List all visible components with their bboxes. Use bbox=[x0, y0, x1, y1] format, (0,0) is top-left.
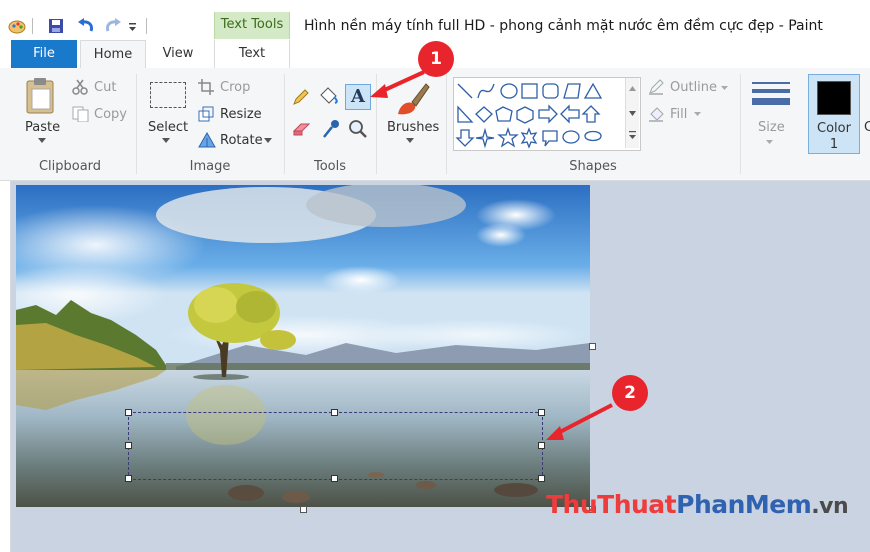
crop-button[interactable]: Crop bbox=[220, 80, 250, 95]
outline-button[interactable]: Outline bbox=[670, 80, 717, 95]
fill-bucket-icon[interactable] bbox=[318, 86, 340, 106]
text-tools-label: Text Tools bbox=[220, 17, 284, 32]
select-icon[interactable] bbox=[150, 82, 186, 108]
watermark: ThuThuatPhanMem.vn bbox=[546, 490, 849, 519]
textbox-handle[interactable] bbox=[538, 442, 545, 449]
watermark-part-1: ThuThuat bbox=[546, 490, 677, 519]
textbox-handle[interactable] bbox=[125, 409, 132, 416]
group-separator bbox=[446, 74, 447, 174]
copy-button[interactable]: Copy bbox=[94, 107, 127, 122]
crop-icon[interactable] bbox=[198, 79, 214, 95]
fill-button[interactable]: Fill bbox=[670, 107, 687, 122]
paint-app-icon[interactable] bbox=[8, 18, 26, 34]
qat-separator bbox=[32, 18, 33, 34]
cut-icon[interactable] bbox=[72, 79, 88, 95]
select-dropdown-chevron-icon[interactable] bbox=[162, 138, 170, 144]
size-button[interactable]: Size bbox=[758, 120, 785, 135]
textbox-handle[interactable] bbox=[538, 409, 545, 416]
color2-label-clipped[interactable]: C bbox=[864, 120, 870, 135]
text-tool-button[interactable]: A bbox=[345, 84, 371, 110]
group-separator bbox=[376, 74, 377, 174]
textbox-handle[interactable] bbox=[331, 409, 338, 416]
title-bar: Text Tools Hình nền máy tính full HD - p… bbox=[0, 0, 870, 40]
rotate-icon[interactable] bbox=[198, 132, 216, 148]
watermark-part-2: PhanMem bbox=[676, 490, 812, 519]
callout-badge-2: 2 bbox=[612, 375, 648, 411]
outline-dropdown-chevron-icon[interactable] bbox=[721, 86, 728, 91]
customize-qat-icon[interactable] bbox=[128, 18, 138, 34]
shapes-gallery[interactable] bbox=[453, 77, 641, 151]
brushes-dropdown-chevron-icon[interactable] bbox=[406, 138, 414, 144]
canvas-resize-handle-bottom[interactable] bbox=[300, 506, 307, 513]
watermark-part-3: .vn bbox=[811, 494, 849, 519]
resize-button[interactable]: Resize bbox=[220, 107, 262, 122]
cut-button[interactable]: Cut bbox=[94, 80, 116, 95]
rotate-dropdown-chevron-icon[interactable] bbox=[264, 138, 272, 144]
redo-icon[interactable] bbox=[104, 18, 122, 34]
tab-view[interactable]: View bbox=[148, 40, 208, 68]
tab-text[interactable]: Text bbox=[214, 40, 290, 68]
group-separator bbox=[136, 74, 137, 174]
magnifier-icon[interactable] bbox=[348, 119, 368, 139]
clipboard-group-label: Clipboard bbox=[38, 159, 102, 174]
shapes-gallery-icons bbox=[455, 82, 603, 149]
textbox-handle[interactable] bbox=[331, 475, 338, 482]
select-button[interactable]: Select bbox=[148, 120, 188, 135]
fill-dropdown-chevron-icon[interactable] bbox=[694, 112, 701, 117]
group-separator bbox=[740, 74, 741, 174]
callout-badge-1: 1 bbox=[418, 41, 454, 77]
resize-icon[interactable] bbox=[198, 106, 214, 122]
size-icon[interactable] bbox=[752, 80, 792, 110]
fill-icon[interactable] bbox=[648, 106, 666, 122]
qat-separator bbox=[146, 18, 147, 34]
brushes-icon[interactable] bbox=[394, 80, 430, 118]
paste-icon[interactable] bbox=[24, 76, 58, 116]
shapes-scroll-arrows-icon bbox=[629, 86, 636, 139]
image-group-label: Image bbox=[189, 159, 231, 174]
text-tool-icon: A bbox=[351, 86, 365, 107]
undo-icon[interactable] bbox=[77, 18, 95, 34]
paste-dropdown-chevron-icon[interactable] bbox=[38, 138, 46, 144]
tab-file[interactable]: File bbox=[11, 40, 77, 68]
color-picker-icon[interactable] bbox=[322, 119, 340, 139]
color1-swatch bbox=[817, 81, 851, 115]
textbox-handle[interactable] bbox=[125, 475, 132, 482]
outline-icon[interactable] bbox=[648, 79, 666, 95]
window-title: Hình nền máy tính full HD - phong cảnh m… bbox=[304, 18, 823, 34]
color1-index: 1 bbox=[829, 137, 839, 152]
textbox-handle[interactable] bbox=[125, 442, 132, 449]
canvas-resize-handle-right[interactable] bbox=[589, 343, 596, 350]
size-dropdown-chevron-icon[interactable] bbox=[766, 140, 773, 145]
pencil-icon[interactable] bbox=[292, 88, 310, 106]
brushes-button[interactable]: Brushes bbox=[387, 120, 439, 135]
paste-button[interactable]: Paste bbox=[25, 120, 60, 135]
eraser-icon[interactable] bbox=[292, 121, 312, 137]
save-icon[interactable] bbox=[48, 18, 64, 34]
text-box-selection[interactable] bbox=[128, 412, 543, 480]
textbox-handle[interactable] bbox=[538, 475, 545, 482]
group-separator bbox=[284, 74, 285, 174]
color1-button[interactable]: Color 1 bbox=[808, 74, 860, 154]
tools-group-label: Tools bbox=[313, 159, 347, 174]
copy-icon[interactable] bbox=[72, 106, 90, 122]
text-tools-context-label: Text Tools bbox=[214, 12, 290, 39]
shapes-group-label: Shapes bbox=[569, 159, 617, 174]
color1-label: Color bbox=[817, 121, 851, 136]
tab-home[interactable]: Home bbox=[80, 40, 146, 70]
rotate-button[interactable]: Rotate bbox=[220, 133, 263, 148]
shapes-gallery-scrollbar[interactable] bbox=[625, 78, 639, 148]
workspace-left-edge bbox=[0, 181, 11, 552]
